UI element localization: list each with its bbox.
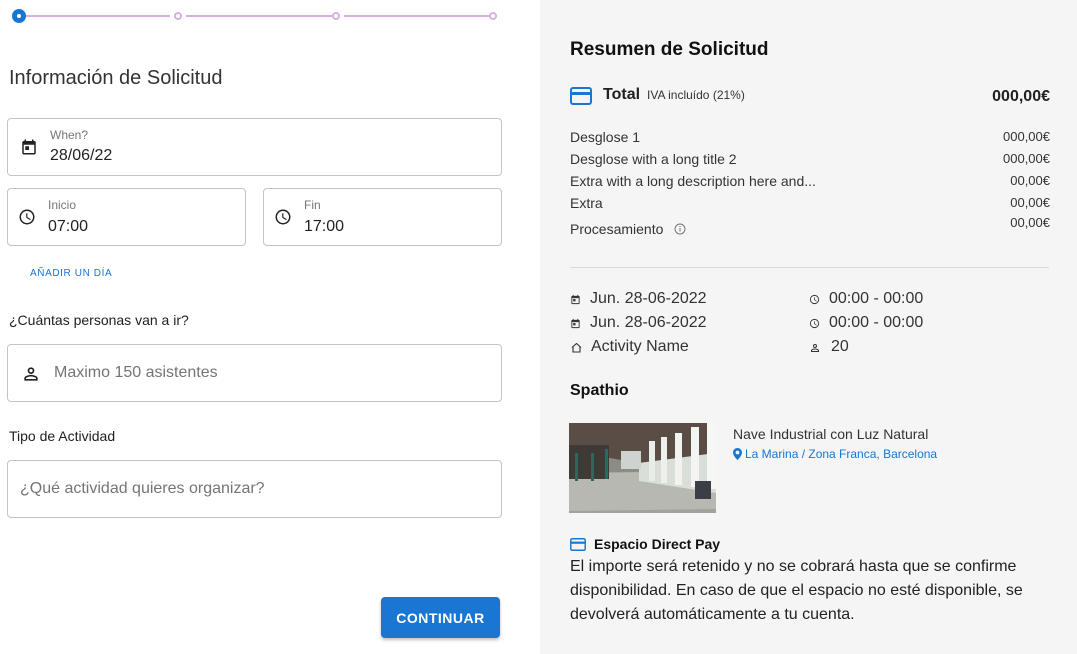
clock-icon bbox=[275, 209, 291, 225]
clock-icon bbox=[809, 318, 820, 329]
total-row: Total IVA incluído (21%) 000,00€ bbox=[570, 84, 1050, 108]
direct-pay-title: Espacio Direct Pay bbox=[594, 536, 721, 552]
breakdown-label: Extra bbox=[570, 195, 603, 211]
schedule-date: Jun. 28-06-2022 bbox=[570, 290, 790, 310]
breakdown-value: 000,00€ bbox=[1003, 151, 1050, 166]
end-time-field[interactable]: Fin 17:00 bbox=[263, 188, 502, 246]
info-icon[interactable] bbox=[674, 223, 686, 235]
clock-icon bbox=[19, 209, 35, 225]
total-tax-note: IVA incluído (21%) bbox=[647, 88, 745, 102]
attendees-input[interactable]: Maximo 150 asistentes bbox=[7, 344, 502, 402]
add-day-button[interactable]: AÑADIR UN DÍA bbox=[30, 268, 112, 279]
breakdown-value: 00,00€ bbox=[1010, 215, 1050, 230]
schedule-time: 00:00 - 00:00 bbox=[809, 290, 1009, 310]
provider-name: Spathio bbox=[570, 382, 629, 399]
divider bbox=[570, 267, 1049, 268]
calendar-icon bbox=[571, 318, 580, 329]
activity-name: Activity Name bbox=[591, 338, 689, 355]
end-time-value: 17:00 bbox=[304, 218, 345, 235]
stepper-step-3[interactable] bbox=[332, 12, 340, 20]
breakdown-value: 00,00€ bbox=[1010, 195, 1050, 210]
total-amount: 000,00€ bbox=[992, 88, 1050, 105]
people-question: ¿Cuántas personas van a ir? bbox=[9, 312, 189, 328]
stepper-step-1[interactable] bbox=[12, 9, 26, 23]
home-icon bbox=[571, 342, 582, 353]
activity-input[interactable]: ¿Qué actividad quieres organizar? bbox=[7, 460, 502, 518]
stepper-connector bbox=[24, 15, 170, 17]
summary-panel: Resumen de Solicitud Total IVA incluído … bbox=[540, 0, 1077, 654]
form-title: Información de Solicitud bbox=[9, 67, 223, 89]
credit-card-icon bbox=[570, 538, 586, 551]
calendar-icon bbox=[22, 139, 36, 155]
space-name[interactable]: Nave Industrial con Luz Natural bbox=[733, 426, 928, 442]
space-location-text: La Marina / Zona Franca, Barcelona bbox=[745, 447, 938, 461]
attendees-count: 20 bbox=[831, 338, 849, 355]
schedule-time-text: 00:00 - 00:00 bbox=[829, 314, 924, 331]
stepper-connector bbox=[344, 15, 490, 17]
stepper-step-2[interactable] bbox=[174, 12, 182, 20]
space-photo-image bbox=[569, 423, 716, 513]
breakdown-value: 00,00€ bbox=[1010, 173, 1050, 188]
breakdown-row: Desglose with a long title 2 000,00€ bbox=[570, 150, 1050, 172]
calendar-icon bbox=[571, 294, 580, 305]
start-time-value: 07:00 bbox=[48, 218, 89, 235]
clock-icon bbox=[809, 294, 820, 305]
total-label: Total bbox=[603, 86, 641, 103]
progress-stepper bbox=[12, 9, 498, 23]
activity-type-label: Tipo de Actividad bbox=[9, 428, 116, 444]
person-icon bbox=[811, 344, 819, 352]
schedule-time-text: 00:00 - 00:00 bbox=[829, 290, 924, 307]
breakdown-row: Procesamiento 00,00€ bbox=[570, 215, 1050, 240]
activity-placeholder: ¿Qué actividad quieres organizar? bbox=[20, 480, 265, 497]
continue-button[interactable]: CONTINUAR bbox=[381, 597, 500, 638]
activity-name-row: Activity Name bbox=[570, 338, 790, 358]
breakdown-label: Extra with a long description here and..… bbox=[570, 173, 816, 189]
breakdown-row: Extra with a long description here and..… bbox=[570, 172, 1050, 194]
attendees-placeholder: Maximo 150 asistentes bbox=[54, 364, 218, 381]
stepper-step-4[interactable] bbox=[489, 12, 497, 20]
start-time-label: Inicio bbox=[48, 198, 77, 212]
breakdown-value: 000,00€ bbox=[1003, 129, 1050, 144]
date-field[interactable]: When? 28/06/22 bbox=[7, 118, 502, 176]
date-field-label: When? bbox=[50, 128, 89, 142]
end-time-label: Fin bbox=[304, 198, 321, 212]
price-breakdown: Desglose 1 000,00€ Desglose with a long … bbox=[570, 128, 1050, 240]
date-field-value: 28/06/22 bbox=[50, 147, 113, 164]
person-icon bbox=[24, 367, 38, 381]
schedule-date-text: Jun. 28-06-2022 bbox=[590, 290, 707, 307]
request-form-panel: Información de Solicitud When? 28/06/22 … bbox=[0, 0, 540, 654]
breakdown-label: Procesamiento bbox=[570, 221, 664, 237]
breakdown-row: Desglose 1 000,00€ bbox=[570, 128, 1050, 150]
credit-card-icon bbox=[570, 87, 592, 105]
schedule-date-text: Jun. 28-06-2022 bbox=[590, 314, 707, 331]
direct-pay-description: El importe será retenido y no se cobrará… bbox=[570, 558, 1023, 623]
schedule-time: 00:00 - 00:00 bbox=[809, 314, 1009, 334]
breakdown-row: Extra 00,00€ bbox=[570, 194, 1050, 216]
schedule-date: Jun. 28-06-2022 bbox=[570, 314, 790, 334]
breakdown-label: Desglose with a long title 2 bbox=[570, 151, 737, 167]
location-pin-icon bbox=[733, 448, 742, 460]
attendees-row: 20 bbox=[809, 338, 1009, 358]
start-time-field[interactable]: Inicio 07:00 bbox=[7, 188, 246, 246]
stepper-connector bbox=[186, 15, 332, 17]
summary-title: Resumen de Solicitud bbox=[570, 39, 769, 60]
space-photo[interactable] bbox=[569, 423, 716, 513]
breakdown-label: Desglose 1 bbox=[570, 129, 641, 145]
direct-pay-header: Espacio Direct Pay bbox=[570, 536, 870, 556]
